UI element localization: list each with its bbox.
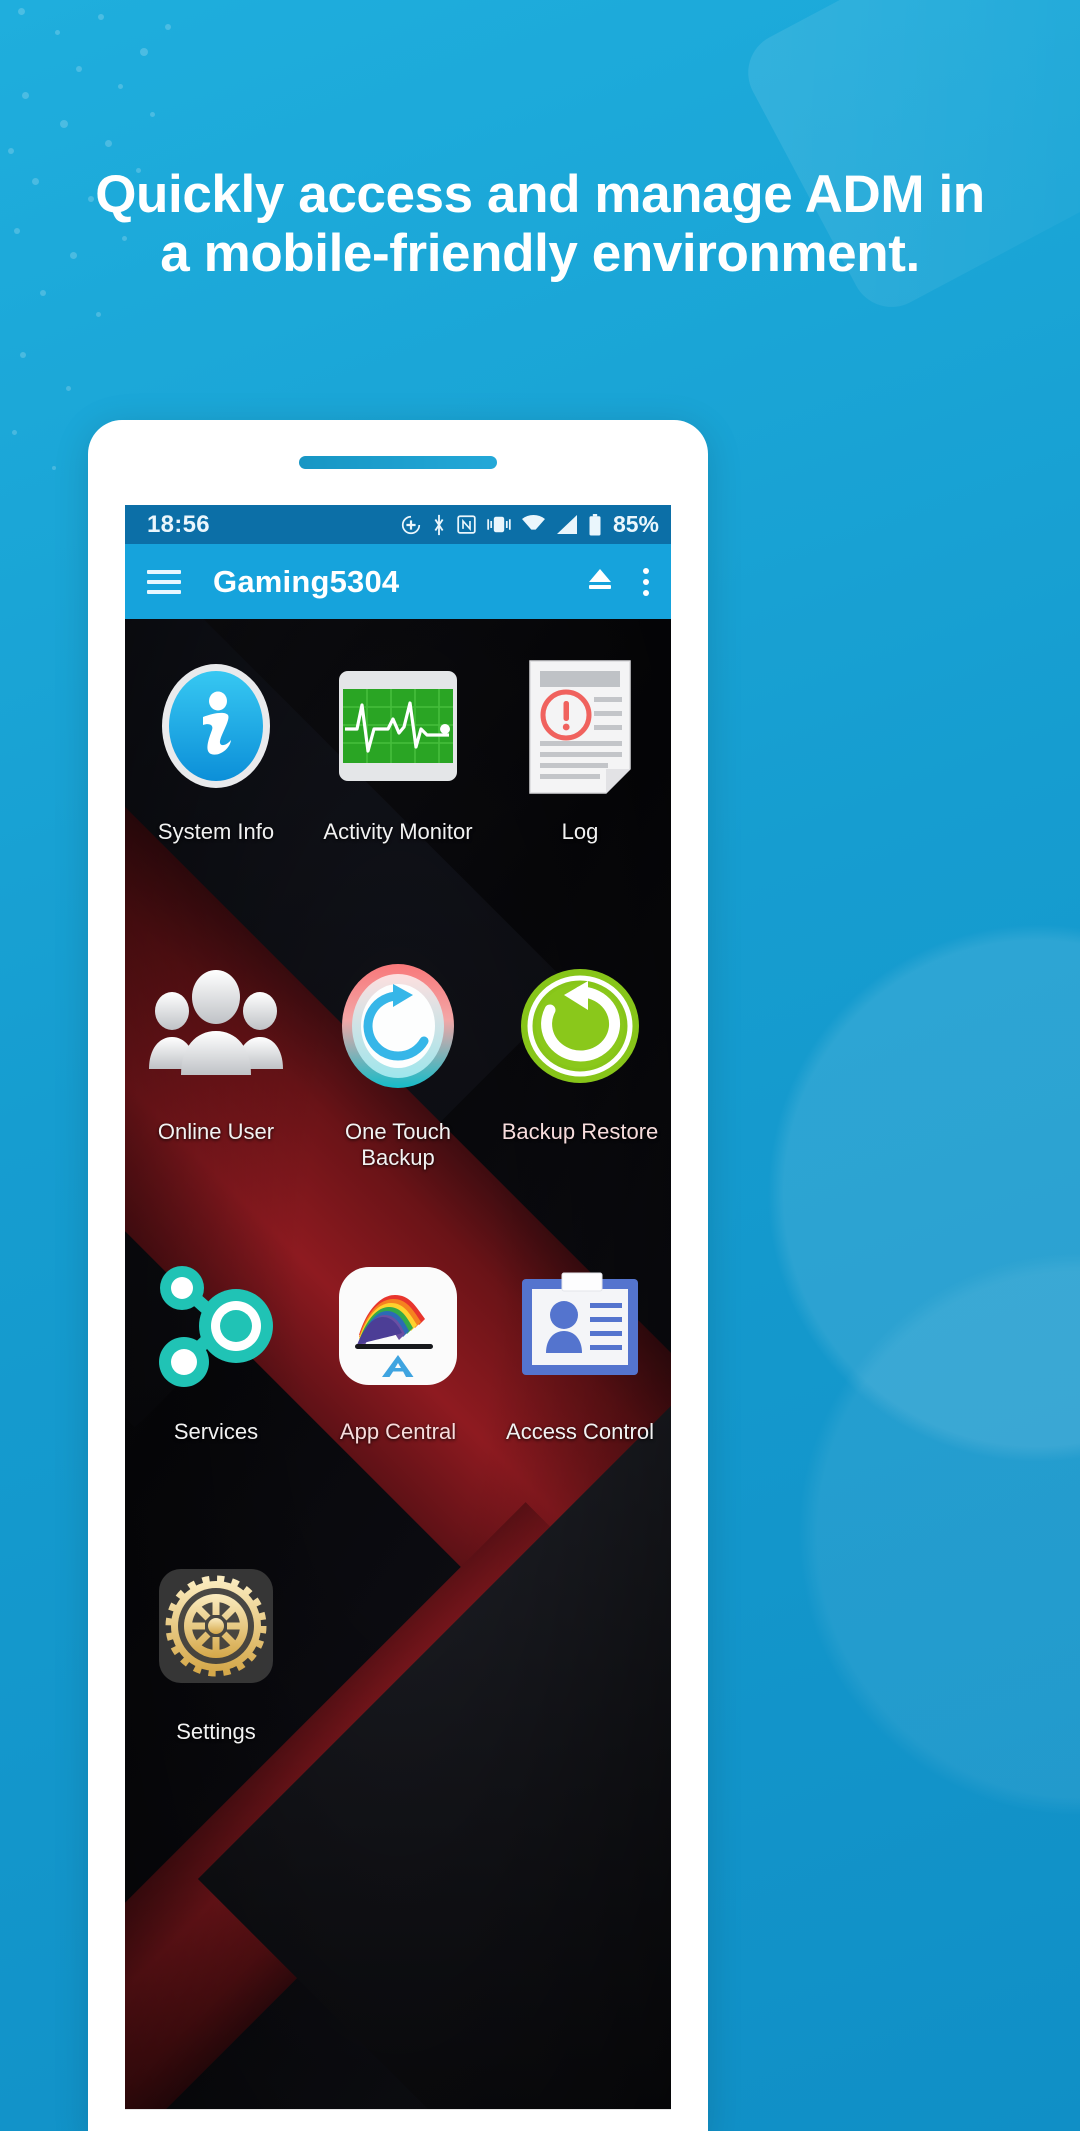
app-grid: System Info Activity Monitor Log Online … (125, 619, 671, 1835)
app-bar-title: Gaming5304 (213, 563, 400, 599)
app-tile-access-control[interactable]: Access Control (489, 1237, 671, 1535)
log-document-icon (524, 651, 636, 801)
app-tile-label: Services (173, 1419, 259, 1444)
app-tile-one-touch-backup[interactable]: One Touch Backup (307, 937, 489, 1235)
location-sync-icon (400, 514, 422, 536)
network-nodes-icon (152, 1251, 280, 1401)
app-tile-label: One Touch Backup (344, 1119, 451, 1170)
refresh-circle-icon (337, 951, 459, 1101)
app-tile-label: App Central (339, 1419, 457, 1444)
app-tile-settings[interactable]: Settings (125, 1537, 307, 1835)
overflow-menu-icon[interactable] (643, 567, 649, 596)
wifi-icon (521, 514, 546, 535)
info-circle-icon (156, 651, 276, 801)
gear-icon (157, 1551, 275, 1701)
app-tile-services[interactable]: Services (125, 1237, 307, 1535)
promo-headline: Quickly access and manage ADM in a mobil… (95, 165, 985, 284)
app-tile-label: Settings (176, 1719, 256, 1744)
navigation-bar (125, 2109, 671, 2131)
phone-screen: 18:56 85% Gaming5304 System Info Activit… (125, 505, 671, 2131)
vibrate-icon (486, 514, 512, 535)
bluetooth-icon (431, 514, 447, 536)
app-tile-app-central[interactable]: App Central (307, 1237, 489, 1535)
app-tile-label: Online User (157, 1119, 275, 1144)
app-tile-online-user[interactable]: Online User (125, 937, 307, 1235)
nfc-icon (456, 514, 477, 535)
restore-circle-icon (518, 951, 642, 1101)
status-bar: 18:56 85% (125, 505, 671, 544)
app-tile-label: Access Control (506, 1419, 654, 1444)
app-tile-log[interactable]: Log (489, 637, 671, 935)
app-tile-label: Log (561, 819, 599, 844)
battery-percent: 85% (612, 511, 659, 537)
ecg-monitor-icon (337, 651, 459, 801)
hamburger-icon[interactable] (147, 569, 181, 594)
app-tile-backup-restore[interactable]: Backup Restore (489, 937, 671, 1235)
status-clock: 18:56 (147, 510, 210, 538)
app-central-icon (337, 1251, 459, 1401)
app-tile-label: Activity Monitor (323, 819, 473, 844)
eject-icon[interactable] (585, 565, 615, 598)
app-tile-label: System Info (157, 819, 275, 844)
status-icons: 85% (400, 511, 659, 538)
id-clipboard-icon (518, 1251, 642, 1401)
phone-mockup: 18:56 85% Gaming5304 System Info Activit… (88, 420, 708, 2131)
phone-speaker (299, 456, 497, 469)
app-bar: Gaming5304 (125, 544, 671, 619)
cell-signal-icon (555, 514, 579, 535)
app-tile-label: Backup Restore (501, 1119, 659, 1144)
app-tile-activity-monitor[interactable]: Activity Monitor (307, 637, 489, 935)
app-bar-actions (585, 565, 649, 598)
people-group-icon (148, 951, 284, 1101)
home-screen: System Info Activity Monitor Log Online … (125, 619, 671, 2109)
battery-icon (588, 513, 602, 536)
app-tile-system-info[interactable]: System Info (125, 637, 307, 935)
